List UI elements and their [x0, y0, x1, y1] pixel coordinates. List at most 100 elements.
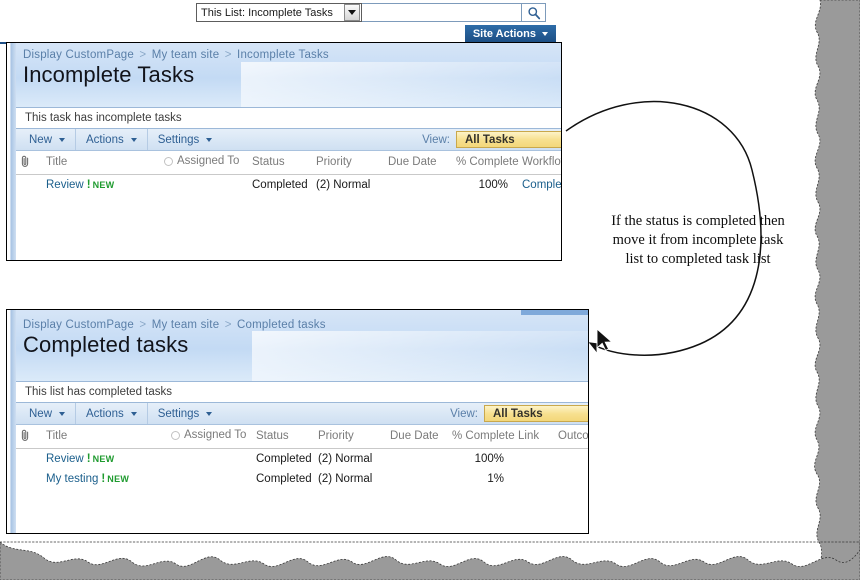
cell-link: [514, 469, 554, 489]
workflow-status-link[interactable]: Completed: [522, 179, 561, 191]
cell-title[interactable]: My testing! NEW: [42, 469, 167, 489]
list-description: This task has incomplete tasks: [16, 107, 561, 129]
settings-menu-button[interactable]: Settings: [148, 403, 223, 424]
list-toolbar: New Actions Settings View: All Tasks: [16, 403, 588, 425]
column-header-attachments[interactable]: [16, 425, 42, 449]
cell-outcome: [554, 448, 588, 469]
column-header-assigned-to[interactable]: Assigned To: [167, 425, 252, 449]
column-header-status[interactable]: Status: [252, 425, 314, 449]
column-header-percent-complete[interactable]: % Complete: [452, 151, 519, 175]
cell-due-date: [386, 448, 448, 469]
cell-status: Completed: [252, 178, 308, 191]
table-header-row: Title Assigned To Status Priority Due Da…: [16, 151, 561, 175]
breadcrumb-separator: >: [224, 319, 232, 331]
actions-menu-button[interactable]: Actions: [76, 129, 148, 150]
search-input[interactable]: [362, 3, 522, 22]
view-select[interactable]: All Tasks: [456, 131, 561, 148]
site-actions-menu[interactable]: Site Actions: [464, 25, 556, 42]
column-header-assigned-to-label: Assigned To: [177, 155, 240, 167]
settings-menu-button[interactable]: Settings: [148, 129, 223, 150]
cell-assigned-to: [167, 469, 252, 489]
view-select-value: All Tasks: [465, 133, 515, 146]
chevron-down-icon: [59, 137, 66, 142]
column-header-priority[interactable]: Priority: [314, 425, 386, 449]
column-header-title[interactable]: Title: [42, 151, 160, 175]
actions-menu-button[interactable]: Actions: [76, 403, 148, 424]
list-toolbar: New Actions Settings View: All Tasks: [16, 129, 561, 151]
breadcrumb-separator: >: [224, 49, 232, 61]
breadcrumb: Display CustomPage > My team site > Inco…: [23, 49, 561, 61]
cell-percent-complete: 100%: [474, 452, 504, 465]
chevron-down-icon: [130, 411, 137, 416]
column-header-workflow-1[interactable]: Workflow 1: [518, 151, 561, 175]
view-select-value: All Tasks: [493, 407, 543, 420]
task-title-link[interactable]: My testing: [46, 473, 98, 485]
column-header-due-date[interactable]: Due Date: [384, 151, 452, 175]
list-empty-space: [16, 488, 588, 533]
new-badge: NEW: [92, 179, 115, 190]
column-header-status[interactable]: Status: [248, 151, 312, 175]
search-scope-select[interactable]: This List: Incomplete Tasks: [196, 3, 362, 22]
column-header-percent-complete[interactable]: % Complete: [448, 425, 515, 449]
new-menu-button[interactable]: New: [18, 129, 77, 150]
paperclip-icon: [21, 156, 29, 168]
column-header-outcome[interactable]: Outcome: [554, 425, 588, 449]
cell-attachment: [16, 469, 42, 489]
search-go-button[interactable]: [522, 3, 546, 22]
view-label: View:: [450, 407, 478, 420]
actions-label: Actions: [86, 407, 124, 420]
table-row[interactable]: Review! NEW Completed (2) Normal 100%: [16, 448, 588, 469]
column-header-priority[interactable]: Priority: [312, 151, 384, 175]
column-header-assigned-to[interactable]: Assigned To: [160, 151, 248, 175]
cell-workflow-1[interactable]: Completed: [518, 174, 561, 195]
cell-assigned-to: [160, 174, 248, 195]
completed-tasks-panel: Display CustomPage > My team site > Comp…: [6, 309, 589, 534]
cell-priority: (2) Normal: [316, 178, 371, 191]
breadcrumb-item-2[interactable]: My team site: [152, 319, 220, 331]
actions-label: Actions: [86, 133, 124, 146]
breadcrumb: Display CustomPage > My team site > Comp…: [23, 319, 588, 331]
column-header-link[interactable]: Link: [514, 425, 554, 449]
new-label: New: [29, 133, 53, 146]
search-icon: [527, 6, 540, 19]
new-exclamation-icon: !: [86, 178, 91, 191]
table-row[interactable]: Review! NEW Completed (2) Normal 100% Com…: [16, 174, 561, 195]
view-select[interactable]: All Tasks: [484, 405, 588, 422]
annotation-line-2: move it from incomplete task: [612, 232, 784, 248]
cell-status: Completed: [256, 452, 312, 465]
cell-title[interactable]: Review! NEW: [42, 174, 160, 195]
cell-title[interactable]: Review! NEW: [42, 448, 167, 469]
screenshot-canvas: This List: Incomplete Tasks Site Actions…: [0, 0, 860, 580]
presence-icon: [164, 156, 173, 166]
new-menu-button[interactable]: New: [18, 403, 77, 424]
breadcrumb-separator: >: [139, 319, 147, 331]
column-header-attachments[interactable]: [16, 151, 42, 175]
task-title-link[interactable]: Review: [46, 179, 84, 191]
new-label: New: [29, 407, 53, 420]
page-title: Completed tasks: [23, 332, 189, 357]
table-row[interactable]: My testing! NEW Completed (2) Normal 1%: [16, 469, 588, 489]
column-header-due-date[interactable]: Due Date: [386, 425, 448, 449]
left-rail: [7, 310, 16, 533]
chevron-down-icon[interactable]: [344, 4, 360, 21]
breadcrumb-item-2[interactable]: My team site: [152, 49, 220, 61]
breadcrumb-item-3[interactable]: Completed tasks: [237, 319, 326, 331]
settings-label: Settings: [157, 133, 200, 146]
task-title-link[interactable]: Review: [46, 453, 84, 465]
torn-paper-bottom-edge: [0, 541, 860, 580]
task-list-table: Title Assigned To Status Priority Due Da…: [16, 425, 588, 489]
search-scope-label: This List: Incomplete Tasks: [201, 6, 333, 19]
breadcrumb-item-1[interactable]: Display CustomPage: [23, 49, 134, 61]
header-tab-stub: [521, 310, 588, 315]
cell-percent-complete: 100%: [478, 178, 508, 191]
presence-icon: [171, 430, 180, 440]
breadcrumb-item-1[interactable]: Display CustomPage: [23, 319, 134, 331]
column-header-title[interactable]: Title: [42, 425, 167, 449]
breadcrumb-item-3[interactable]: Incomplete Tasks: [237, 49, 329, 61]
page-title: Incomplete Tasks: [23, 62, 195, 87]
cell-percent-complete: 1%: [487, 472, 504, 485]
chevron-down-icon: [130, 137, 137, 142]
annotation-line-3: list to completed task list: [625, 251, 771, 267]
new-exclamation-icon: !: [86, 452, 91, 465]
annotation-line-1: If the status is completed then: [611, 213, 785, 229]
